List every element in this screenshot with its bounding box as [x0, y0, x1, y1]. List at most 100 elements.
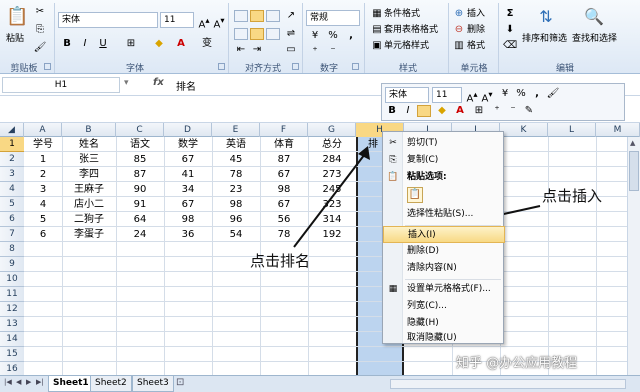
- insert-cells-button[interactable]: 插入: [467, 7, 485, 21]
- column-header-c[interactable]: C: [116, 123, 164, 137]
- row-header[interactable]: 5: [0, 197, 24, 212]
- align-bottom-icon[interactable]: [266, 10, 280, 22]
- menu-item-copy[interactable]: ⎘ 复制(C): [383, 152, 505, 169]
- wrap-text-icon[interactable]: ⇌: [284, 28, 298, 40]
- cell-style-button[interactable]: 单元格样式: [384, 39, 429, 53]
- align-top-icon[interactable]: [234, 10, 248, 22]
- insert-sheet-icon[interactable]: ⊡: [176, 377, 184, 388]
- row-header[interactable]: 6: [0, 212, 24, 227]
- mini-font-color-icon[interactable]: A: [453, 105, 467, 117]
- mini-currency-icon[interactable]: ¥: [498, 88, 512, 100]
- align-right-icon[interactable]: [266, 28, 280, 40]
- alignment-dialog-launcher[interactable]: [292, 63, 299, 70]
- delete-cells-button[interactable]: 删除: [467, 23, 485, 37]
- conditional-format-icon[interactable]: ▦: [370, 8, 384, 20]
- tab-nav-first-icon[interactable]: |◀: [4, 378, 12, 386]
- table-cell[interactable]: 64: [116, 212, 164, 227]
- paste-button[interactable]: 粘贴: [6, 32, 24, 46]
- tab-nav-last-icon[interactable]: ▶|: [36, 378, 44, 386]
- name-box[interactable]: H1: [2, 77, 120, 93]
- bold-icon[interactable]: B: [60, 38, 74, 50]
- mini-border-icon[interactable]: ⊞: [472, 105, 486, 117]
- increase-indent-icon[interactable]: ⇥: [250, 44, 264, 56]
- table-cell[interactable]: 91: [116, 197, 164, 212]
- format-painter-icon[interactable]: 🖌: [33, 42, 47, 54]
- table-format-icon[interactable]: ▤: [370, 24, 384, 36]
- table-cell[interactable]: 85: [116, 152, 164, 167]
- mini-comma-icon[interactable]: ,: [530, 88, 544, 100]
- table-cell[interactable]: 87: [260, 152, 308, 167]
- menu-item-cut[interactable]: ✂ 剪切(T): [383, 135, 505, 152]
- column-header-k[interactable]: K: [500, 123, 548, 137]
- table-cell[interactable]: 192: [308, 227, 356, 242]
- table-cell[interactable]: 87: [116, 167, 164, 182]
- sheet-tab-1[interactable]: Sheet1: [48, 376, 94, 392]
- table-cell[interactable]: 34: [164, 182, 212, 197]
- scrollbar-thumb[interactable]: [629, 151, 639, 191]
- table-cell[interactable]: 李四: [62, 167, 116, 182]
- row-header[interactable]: 7: [0, 227, 24, 242]
- row-header[interactable]: 13: [0, 317, 24, 332]
- table-format-button[interactable]: 套用表格格式: [384, 23, 438, 37]
- table-cell[interactable]: 41: [164, 167, 212, 182]
- table-header-cell[interactable]: 数学: [164, 137, 212, 152]
- row-header[interactable]: 3: [0, 167, 24, 182]
- number-dialog-launcher[interactable]: [352, 63, 359, 70]
- select-all-corner[interactable]: ◢: [0, 123, 24, 137]
- column-header-d[interactable]: D: [164, 123, 212, 137]
- currency-icon[interactable]: ¥: [308, 30, 322, 42]
- table-cell[interactable]: 273: [308, 167, 356, 182]
- name-box-dropdown-icon[interactable]: ▾: [124, 78, 129, 88]
- table-cell[interactable]: 6: [24, 227, 62, 242]
- table-header-cell[interactable]: 总分: [308, 137, 356, 152]
- mini-italic-icon[interactable]: I: [401, 105, 415, 117]
- conditional-format-button[interactable]: 条件格式: [384, 7, 420, 21]
- find-select-icon[interactable]: 🔍: [584, 8, 604, 26]
- scroll-up-icon[interactable]: ▲: [630, 139, 635, 147]
- align-middle-icon[interactable]: [250, 10, 264, 22]
- table-cell[interactable]: 23: [212, 182, 260, 197]
- menu-item-delete[interactable]: 删除(D): [383, 243, 505, 260]
- table-cell[interactable]: 98: [212, 197, 260, 212]
- column-header-m[interactable]: M: [596, 123, 640, 137]
- table-header-cell[interactable]: 姓名: [62, 137, 116, 152]
- menu-item-insert[interactable]: 插入(I): [383, 226, 505, 243]
- column-header-e[interactable]: E: [212, 123, 260, 137]
- column-header-b[interactable]: B: [62, 123, 116, 137]
- table-cell[interactable]: 284: [308, 152, 356, 167]
- table-cell[interactable]: 314: [308, 212, 356, 227]
- row-header[interactable]: 12: [0, 302, 24, 317]
- table-cell[interactable]: 90: [116, 182, 164, 197]
- table-cell[interactable]: 3: [24, 182, 62, 197]
- table-cell[interactable]: 96: [212, 212, 260, 227]
- sheet-tab-3[interactable]: Sheet3: [132, 376, 174, 392]
- column-header-f[interactable]: F: [260, 123, 308, 137]
- mini-increase-decimal-icon[interactable]: ⁺: [490, 105, 504, 117]
- table-cell[interactable]: 56: [260, 212, 308, 227]
- row-header[interactable]: 8: [0, 242, 24, 257]
- row-header[interactable]: 4: [0, 182, 24, 197]
- column-header-l[interactable]: L: [548, 123, 596, 137]
- font-color-icon[interactable]: A: [174, 38, 188, 50]
- mini-center-icon[interactable]: [417, 105, 431, 117]
- tab-nav-next-icon[interactable]: ▶: [26, 378, 31, 386]
- italic-icon[interactable]: I: [78, 38, 92, 50]
- fill-color-icon[interactable]: ◆: [152, 38, 166, 50]
- table-cell[interactable]: 张三: [62, 152, 116, 167]
- menu-item-format-cells[interactable]: ▦ 设置单元格格式(F)...: [383, 281, 505, 298]
- table-cell[interactable]: 店小二: [62, 197, 116, 212]
- merge-center-icon[interactable]: ▭: [284, 44, 298, 56]
- menu-item-unhide[interactable]: 取消隐藏(U): [383, 330, 505, 347]
- table-cell[interactable]: 4: [24, 197, 62, 212]
- mini-percent-icon[interactable]: %: [514, 88, 528, 100]
- table-cell[interactable]: 1: [24, 152, 62, 167]
- table-cell[interactable]: 24: [116, 227, 164, 242]
- autosum-icon[interactable]: Σ: [503, 8, 517, 20]
- row-header[interactable]: 10: [0, 272, 24, 287]
- find-select-button[interactable]: 查找和选择: [572, 32, 617, 46]
- menu-item-clear-contents[interactable]: 清除内容(N): [383, 260, 505, 277]
- formula-input[interactable]: 排名: [176, 78, 196, 93]
- mini-grow-font-icon[interactable]: A▴: [465, 88, 479, 105]
- mini-font-name[interactable]: 宋体: [385, 87, 429, 103]
- sort-filter-button[interactable]: 排序和筛选: [522, 32, 567, 46]
